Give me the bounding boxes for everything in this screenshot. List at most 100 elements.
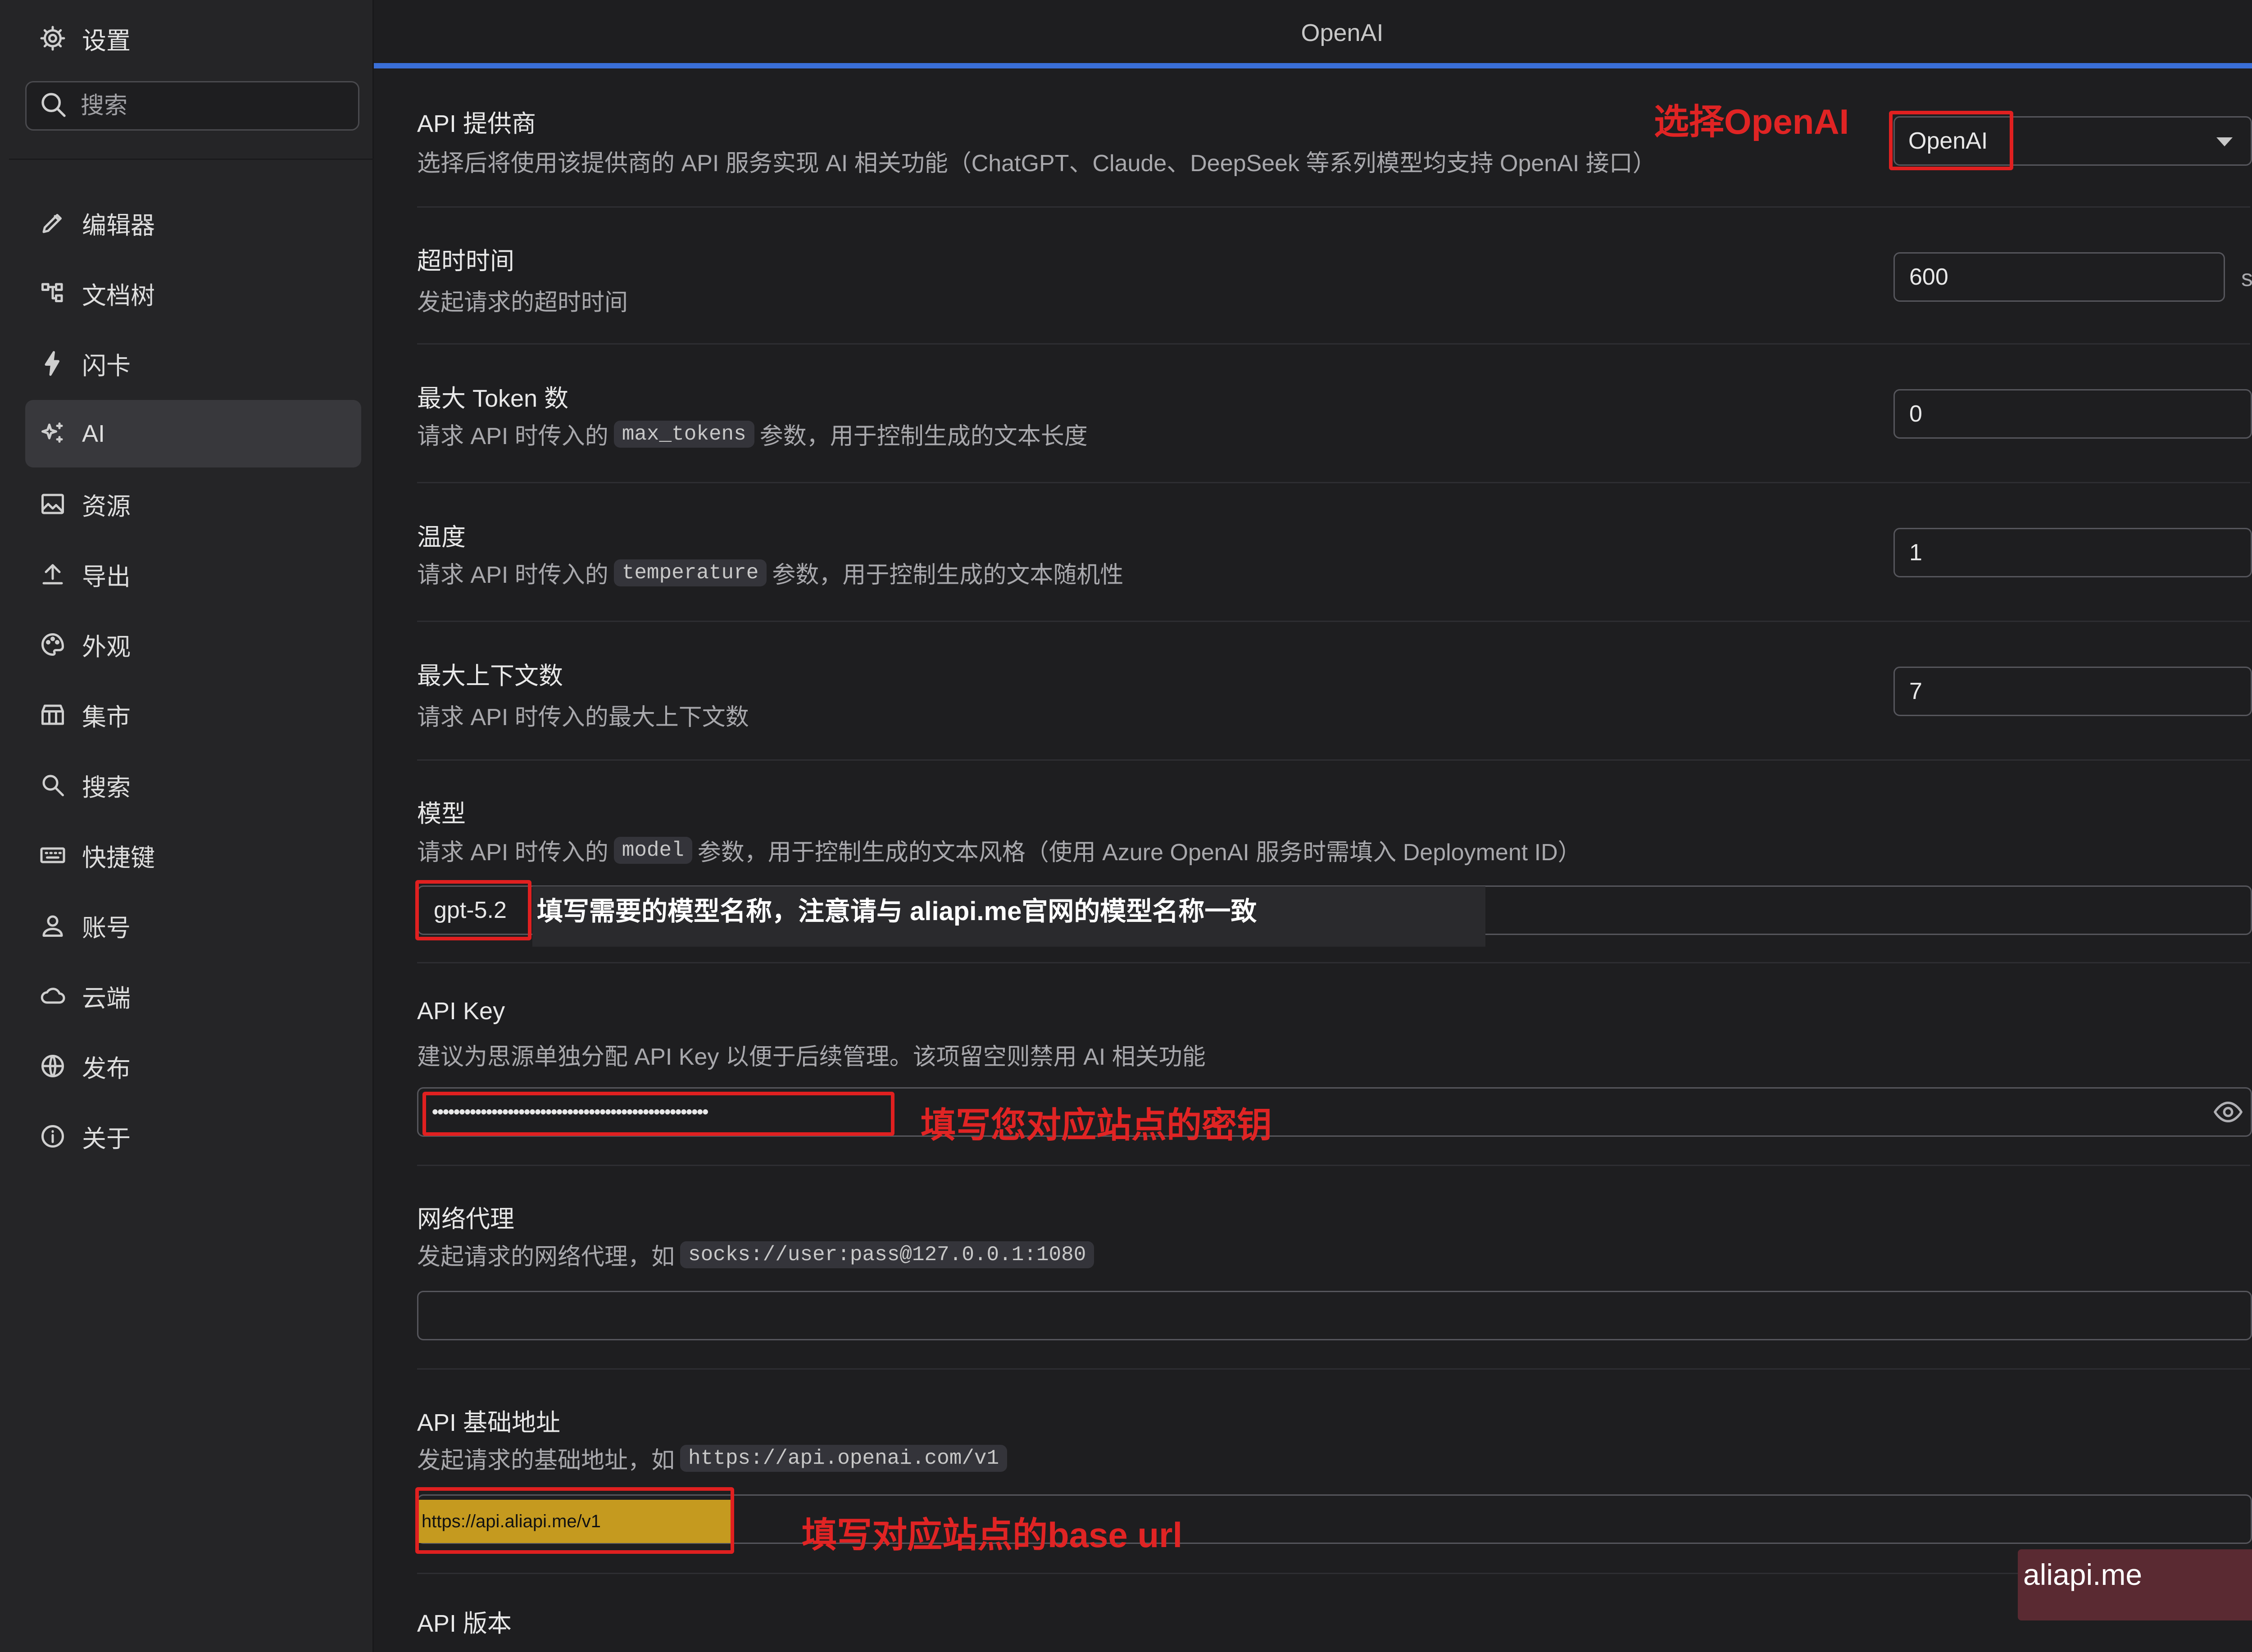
sparkle-icon (38, 419, 68, 449)
timeout-unit: s (2241, 265, 2252, 291)
api-version-label: API 版本 (417, 1610, 512, 1637)
max-context-label: 最大上下文数 (417, 663, 563, 690)
sidebar-item-label: 云端 (82, 985, 131, 1012)
base-url-desc: 发起请求的基础地址，如 https://api.openai.com/v1 (417, 1441, 1012, 1475)
desc-text: 参数，用于控制生成的文本长度 (759, 423, 1088, 449)
max-context-input[interactable] (1893, 667, 2252, 716)
max-context-desc: 请求 API 时传入的最大上下文数 (417, 704, 749, 731)
annotation-box-model (415, 880, 531, 940)
code-snippet: socks://user:pass@127.0.0.1:1080 (680, 1241, 1094, 1268)
sidebar-item-label: 外观 (82, 633, 131, 661)
desc-text: 请求 API 时传入的 (417, 840, 608, 866)
desc-text: 发起请求的基础地址，如 (417, 1448, 675, 1474)
settings-sidebar: 设置 编辑器 文档树 闪卡 AI 资源 导出 (0, 0, 383, 1652)
annotation-provider: 选择OpenAI (1654, 102, 1849, 141)
sidebar-item-appearance[interactable]: 外观 (25, 611, 361, 678)
sidebar-divider (9, 159, 374, 160)
desc-text: 参数，用于控制生成的文本风格（使用 Azure OpenAI 服务时需填入 De… (697, 840, 1581, 866)
annotation-box-base-url (415, 1487, 734, 1554)
globe-icon (38, 1051, 68, 1081)
annotation-model: 填写需要的模型名称，注意请与 aliapi.me官网的模型名称一致 (537, 897, 1257, 926)
sidebar-item-label: 导出 (82, 563, 131, 590)
annotation-base-url: 填写对应站点的base url (802, 1515, 1183, 1555)
tree-icon (38, 278, 68, 308)
code-snippet: https://api.openai.com/v1 (680, 1444, 1008, 1472)
sidebar-item-label: 闪卡 (82, 352, 131, 380)
sidebar-item-search[interactable]: 搜索 (25, 751, 361, 819)
row-divider (417, 759, 2250, 761)
sidebar-item-label: 关于 (82, 1125, 131, 1153)
bolt-icon (38, 349, 68, 378)
sidebar-item-label: 集市 (82, 703, 131, 731)
provider-label: API 提供商 (417, 110, 536, 137)
desc-text: 发起请求的网络代理，如 (417, 1244, 675, 1270)
row-divider (417, 621, 2250, 622)
timeout-input-field[interactable] (1908, 263, 2224, 291)
sidebar-item-label: 编辑器 (82, 212, 155, 239)
sidebar-item-export[interactable]: 导出 (25, 540, 361, 608)
row-divider (417, 1573, 2250, 1574)
sidebar-item-label: 快捷键 (82, 844, 155, 871)
row-divider (417, 482, 2250, 483)
max-tokens-label: 最大 Token 数 (417, 385, 569, 412)
max-tokens-desc: 请求 API 时传入的 max_tokens 参数，用于控制生成的文本长度 (417, 417, 1088, 451)
sidebar-item-doctree[interactable]: 文档树 (25, 259, 361, 327)
timeout-input[interactable] (1893, 252, 2225, 302)
sidebar-item-flashcard[interactable]: 闪卡 (25, 330, 361, 397)
row-divider (417, 343, 2250, 345)
sidebar-item-about[interactable]: 关于 (25, 1103, 361, 1170)
keyboard-icon (38, 840, 68, 870)
desc-text: 参数，用于控制生成的文本随机性 (772, 562, 1124, 588)
annotation-box-api-key (422, 1092, 894, 1136)
api-key-desc: 建议为思源单独分配 API Key 以便于后续管理。该项留空则禁用 AI 相关功… (417, 1044, 1206, 1070)
sidebar-item-label: 发布 (82, 1055, 131, 1082)
annotation-api-key: 填写您对应站点的密钥 (921, 1105, 1272, 1145)
sidebar-item-assets[interactable]: 资源 (25, 470, 361, 538)
active-tab-indicator (374, 63, 2252, 68)
sidebar-item-cloud[interactable]: 云端 (25, 962, 361, 1030)
code-snippet: max_tokens (613, 420, 754, 448)
base-url-label: API 基础地址 (417, 1409, 561, 1436)
sidebar-nav: 编辑器 文档树 闪卡 AI 资源 导出 外观 集市 搜索 快捷键 账号 云端 发… (25, 189, 361, 1173)
eye-icon[interactable] (2212, 1096, 2244, 1128)
sidebar-item-ai[interactable]: AI (25, 400, 361, 467)
panel-title: OpenAI (1301, 19, 1384, 46)
search-icon (38, 770, 68, 800)
timeout-label: 超时时间 (417, 248, 514, 275)
max-tokens-input-field[interactable] (1908, 400, 2251, 428)
row-divider (417, 1165, 2250, 1166)
desc-text: 请求 API 时传入的 (417, 562, 608, 588)
max-tokens-input[interactable] (1893, 389, 2252, 439)
temperature-input-field[interactable] (1908, 539, 2251, 567)
sidebar-search[interactable] (25, 81, 383, 131)
code-snippet: temperature (613, 559, 767, 586)
model-label: 模型 (417, 800, 466, 827)
sidebar-item-account[interactable]: 账号 (25, 892, 361, 959)
annotation-box-provider (1889, 111, 2013, 170)
sidebar-item-keymap[interactable]: 快捷键 (25, 821, 361, 889)
sidebar-item-label: 搜索 (82, 774, 131, 801)
sidebar-item-label: 账号 (82, 914, 131, 942)
sidebar-item-label: 文档树 (82, 282, 155, 309)
max-context-input-field[interactable] (1908, 677, 2251, 705)
sidebar-item-editor[interactable]: 编辑器 (25, 189, 361, 257)
temperature-input[interactable] (1893, 528, 2252, 577)
search-icon (39, 91, 68, 122)
temperature-desc: 请求 API 时传入的 temperature 参数，用于控制生成的文本随机性 (417, 556, 1123, 590)
proxy-input[interactable] (417, 1291, 2252, 1340)
desc-text: 请求 API 时传入的 (417, 423, 608, 449)
upload-icon (38, 559, 68, 589)
user-icon (38, 911, 68, 940)
proxy-input-field[interactable] (432, 1302, 2251, 1330)
pencil-icon (38, 208, 68, 238)
watermark: aliapi.me (2018, 1549, 2252, 1620)
sidebar-item-publish[interactable]: 发布 (25, 1032, 361, 1100)
chevron-down-icon (2216, 137, 2233, 146)
sidebar-item-bazaar[interactable]: 集市 (25, 681, 361, 749)
settings-title-label: 设置 (82, 27, 131, 54)
gear-icon (37, 23, 68, 54)
row-divider (417, 1368, 2250, 1370)
sidebar-item-label: AI (82, 420, 105, 447)
provider-desc: 选择后将使用该提供商的 API 服务实现 AI 相关功能（ChatGPT、Cla… (417, 150, 1656, 177)
sidebar-search-input[interactable] (80, 92, 383, 120)
